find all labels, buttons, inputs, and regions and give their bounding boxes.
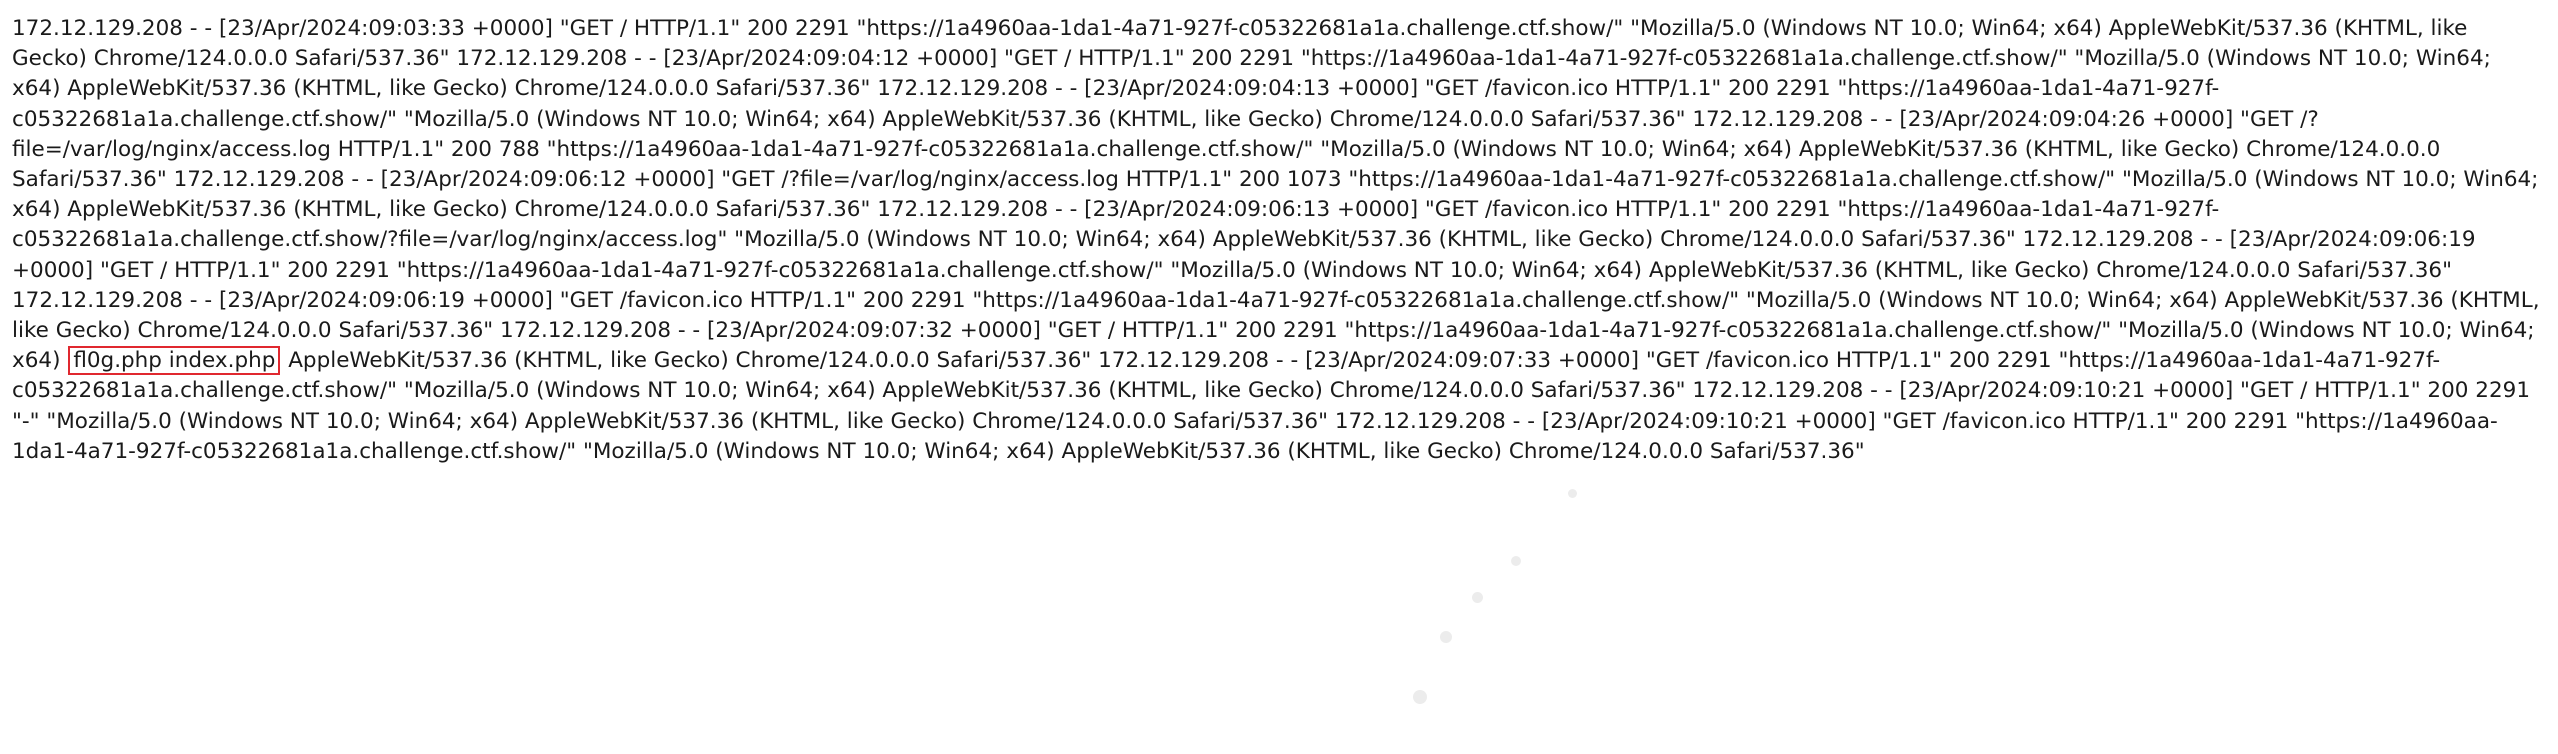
- watermark-dot: [1511, 556, 1521, 566]
- log-text-after: AppleWebKit/537.36 (KHTML, like Gecko) C…: [12, 348, 2530, 464]
- watermark-dot: [1413, 690, 1427, 704]
- watermark-dot: [1440, 631, 1452, 643]
- watermark-dot: [1472, 592, 1483, 603]
- access-log-output: 172.12.129.208 - - [23/Apr/2024:09:03:33…: [12, 14, 2542, 467]
- highlighted-command-output: fl0g.php index.php: [68, 346, 281, 376]
- watermark-dot: [1568, 489, 1577, 498]
- log-text-before: 172.12.129.208 - - [23/Apr/2024:09:03:33…: [12, 16, 2540, 374]
